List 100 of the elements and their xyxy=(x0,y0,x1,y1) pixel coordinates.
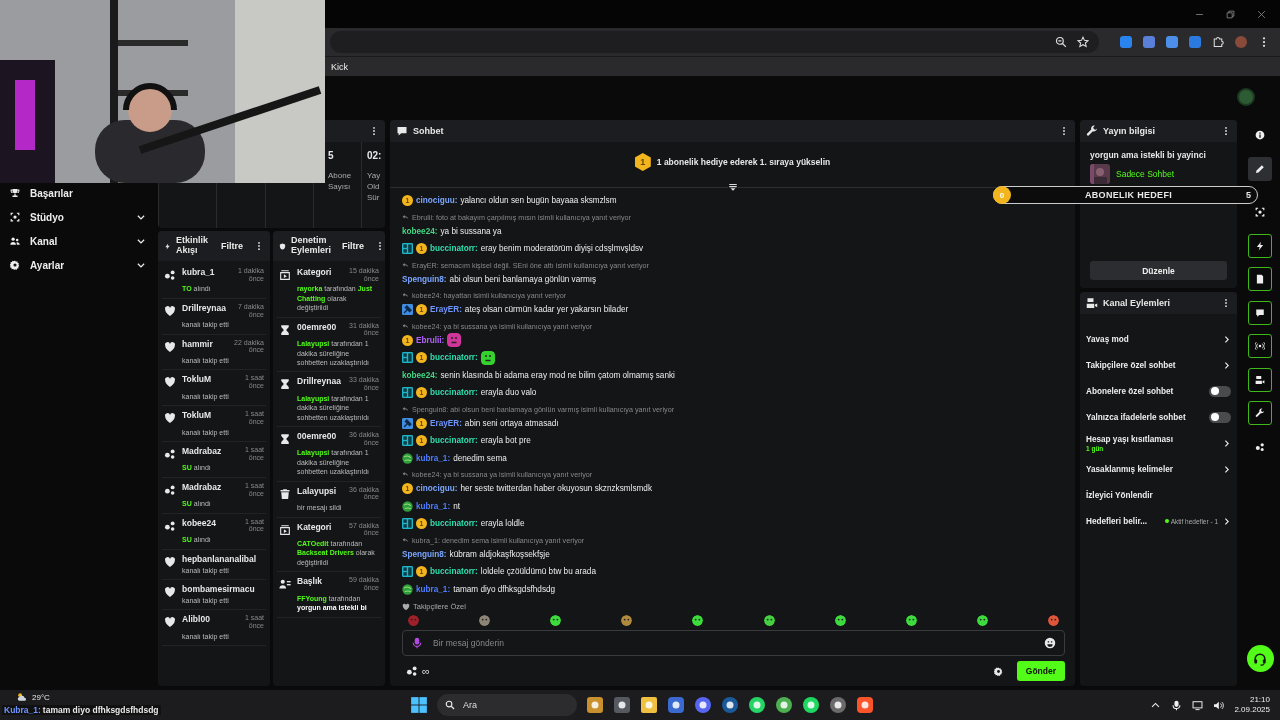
app-icon[interactable] xyxy=(748,696,766,714)
category-icon xyxy=(279,269,291,281)
close-icon[interactable] xyxy=(1257,9,1266,19)
reply-icon xyxy=(402,536,409,544)
event-title: Alibl00 xyxy=(182,614,210,627)
heart-icon xyxy=(164,585,176,598)
reply-icon xyxy=(402,471,409,478)
reply-icon xyxy=(402,322,409,330)
event-title: Drillreynaa xyxy=(182,302,226,315)
app-icon[interactable] xyxy=(775,696,793,714)
chat-message: buccinatorr: xyxy=(430,353,478,363)
hourglass-icon xyxy=(279,378,291,391)
chevron-right-icon xyxy=(1222,516,1231,526)
rail-button[interactable] xyxy=(1248,267,1272,291)
send-button[interactable]: Gönder xyxy=(1016,661,1065,681)
category-link[interactable]: Sadece Sohbet xyxy=(1116,169,1175,179)
clock-time: 21:10 xyxy=(1249,694,1270,705)
channel-action-item[interactable]: Abonelere özel sohbet xyxy=(1086,378,1231,404)
pencil-icon xyxy=(1255,163,1265,174)
app-icon[interactable] xyxy=(640,696,658,714)
emoji-icon[interactable] xyxy=(1044,637,1056,649)
rail-button[interactable] xyxy=(1248,300,1272,325)
channel-action-item[interactable]: Yasaklanmış kelimeler xyxy=(1086,456,1231,482)
app-icon[interactable] xyxy=(667,696,685,714)
sidebar-item[interactable]: Başarılar xyxy=(10,184,146,202)
user-avatar[interactable] xyxy=(1237,88,1255,106)
volume-icon[interactable] xyxy=(1213,699,1225,711)
rail-button[interactable] xyxy=(1248,156,1272,181)
bookmark-link[interactable]: Kick xyxy=(331,61,348,72)
filter-button[interactable]: Filtre xyxy=(336,241,371,251)
settings-icon[interactable] xyxy=(993,666,1003,676)
app-icon[interactable] xyxy=(721,696,739,714)
goal-current: 0 xyxy=(993,186,1011,204)
channel-action-item[interactable]: Takipçilere özel sohbet xyxy=(1086,352,1231,378)
avatar-badge-icon xyxy=(402,583,413,595)
message-field[interactable]: Bir mesaj gönderin xyxy=(402,630,1065,656)
windows-icon[interactable] xyxy=(410,696,428,714)
display-icon[interactable] xyxy=(1192,699,1204,711)
stat-value: 5 xyxy=(328,150,335,161)
goal-target: 5 xyxy=(1246,190,1251,200)
dots-icon xyxy=(164,483,176,496)
zoom-icon[interactable] xyxy=(1055,36,1067,48)
emote-icon[interactable] xyxy=(1048,615,1059,626)
extension-icon[interactable] xyxy=(1120,36,1132,48)
goal-label: ABONELIK HEDEFI xyxy=(1084,190,1173,200)
emote-icon[interactable] xyxy=(479,615,491,626)
extension-icon[interactable] xyxy=(1166,36,1178,48)
hammer-badge-icon xyxy=(402,304,413,316)
app-icon[interactable] xyxy=(613,696,631,714)
headset-icon xyxy=(1253,651,1267,666)
channel-action-item[interactable]: İzleyici Yönlendir xyxy=(1086,482,1231,508)
pinned-message: 1 abonelik hediye ederek 1. sıraya yükselin xyxy=(656,157,831,167)
extension-icon[interactable] xyxy=(1143,36,1155,48)
app-icon[interactable] xyxy=(829,696,847,714)
restore-icon[interactable] xyxy=(1226,9,1235,19)
app-icon[interactable] xyxy=(802,696,820,714)
rail-button[interactable] xyxy=(1248,233,1272,258)
collapse-icon[interactable] xyxy=(727,182,738,192)
extensions-icon[interactable] xyxy=(1212,36,1224,48)
toggle-switch[interactable] xyxy=(1209,385,1231,397)
app-icon[interactable] xyxy=(694,696,712,714)
edit-button[interactable]: Düzenle xyxy=(1090,261,1227,280)
rail-button[interactable] xyxy=(1248,367,1272,392)
app-icon[interactable] xyxy=(586,696,604,714)
message-input[interactable]: Bir mesaj gönderin xyxy=(431,637,1036,649)
stat-label: Yay Old Sür xyxy=(367,171,382,204)
emote-icon[interactable] xyxy=(550,615,562,626)
support-button[interactable] xyxy=(1246,645,1274,672)
emote-icon[interactable] xyxy=(976,615,988,626)
sidebar-item[interactable]: Kanal xyxy=(10,232,146,250)
rail-button[interactable] xyxy=(1248,401,1272,425)
chat-message: kubra_1: nt xyxy=(416,501,460,511)
star-icon[interactable] xyxy=(1077,36,1089,48)
event-title: TokluM xyxy=(182,410,212,423)
toggle-switch[interactable] xyxy=(1209,411,1231,423)
search-input[interactable]: Ara xyxy=(461,699,521,711)
moderator-badge-icon xyxy=(402,566,413,578)
heart-icon xyxy=(164,340,176,353)
channel-action-item[interactable]: Yavaş mod xyxy=(1086,326,1231,352)
rail-button[interactable] xyxy=(1248,334,1272,358)
app-icon[interactable] xyxy=(856,696,874,714)
emote-icon[interactable] xyxy=(621,615,633,626)
extension-icon[interactable] xyxy=(1189,36,1201,48)
sidebar-item[interactable]: Stüdyo xyxy=(10,208,146,226)
microphone-icon[interactable] xyxy=(1171,699,1183,711)
chat-message: Spenguin8: kübram aldjokaşfkoşsekfşje xyxy=(402,549,550,559)
event-title: kobee24 xyxy=(182,517,217,530)
event-title: 00emre00 xyxy=(297,321,337,334)
sidebar-item[interactable]: Ayarlar xyxy=(10,256,146,274)
dots-icon xyxy=(1255,441,1265,452)
channel-action-item[interactable]: Yalnızca ifadelerle sohbet xyxy=(1086,404,1231,430)
trash-icon xyxy=(279,487,291,500)
emote-icon[interactable] xyxy=(834,615,846,626)
panel-title: Sohbet xyxy=(413,126,445,136)
emote-icon[interactable] xyxy=(763,615,775,626)
emote-icon[interactable] xyxy=(692,615,704,626)
emote-icon[interactable] xyxy=(905,615,917,626)
document-icon xyxy=(1255,274,1265,284)
filter-button[interactable]: Filtre xyxy=(215,241,249,251)
address-field[interactable] xyxy=(330,31,1099,53)
